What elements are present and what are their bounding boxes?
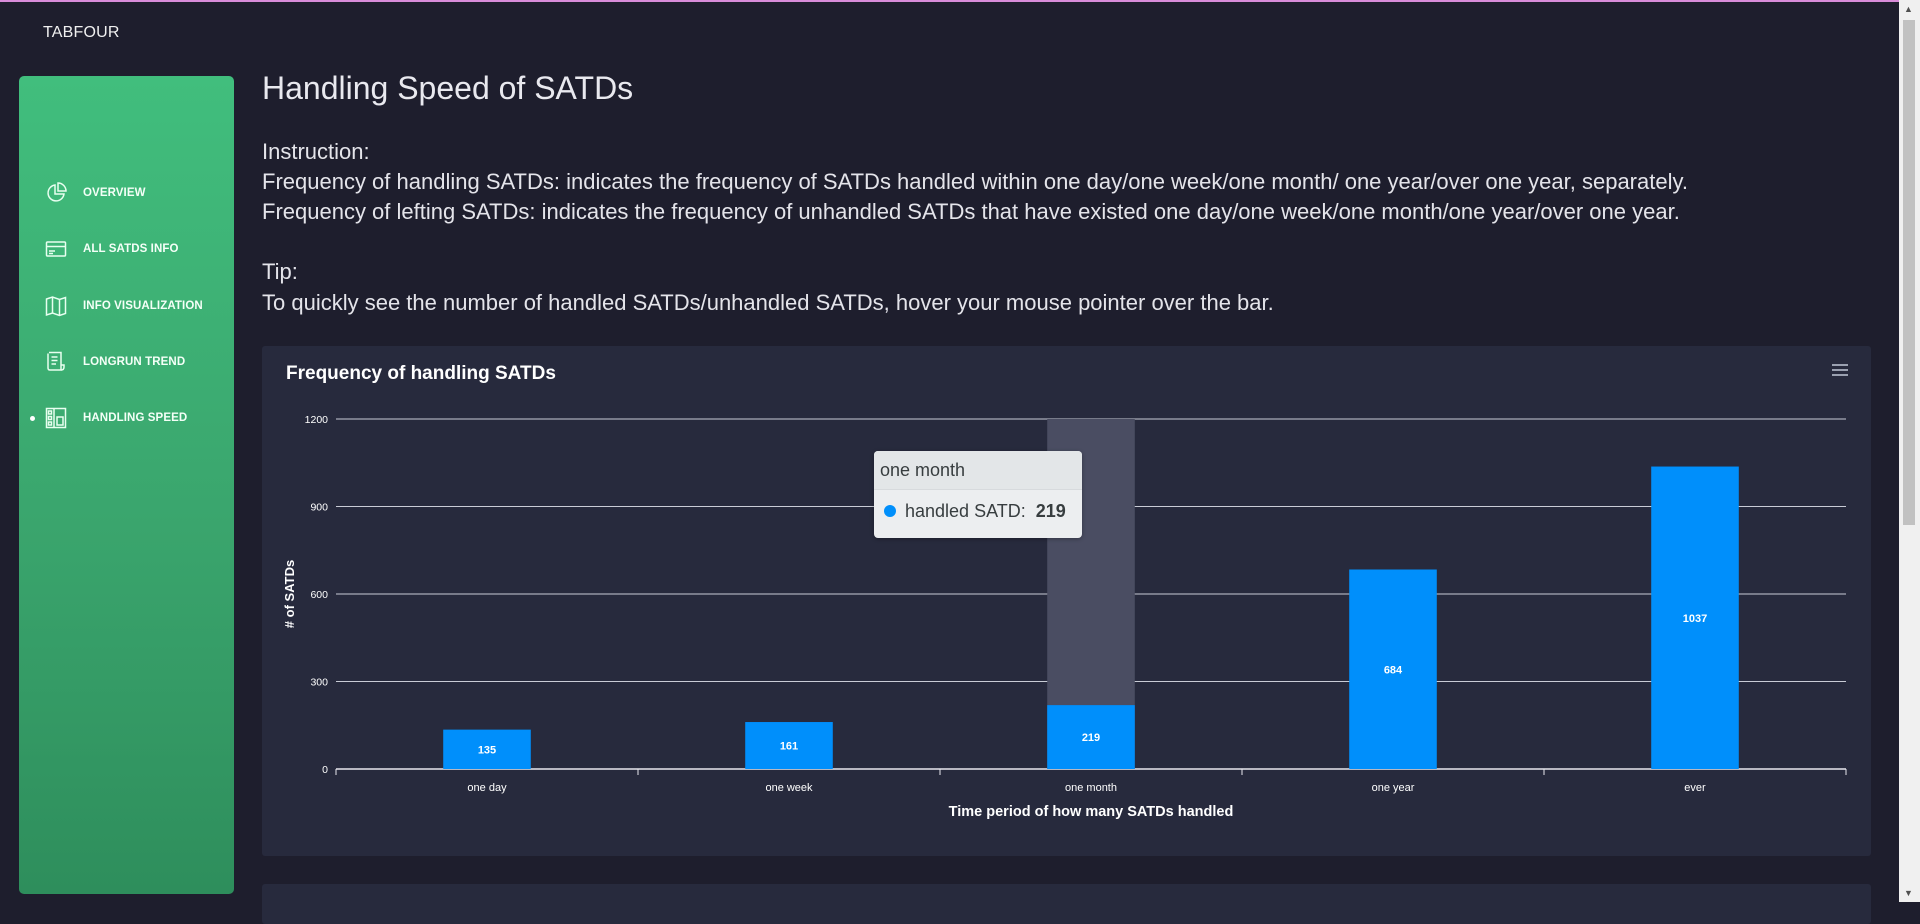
map-icon (45, 296, 67, 317)
document-icon (47, 351, 65, 371)
series-marker (884, 505, 896, 517)
sidebar-item-longrun-trend[interactable]: LONGRUN TREND (19, 342, 234, 382)
y-tick-label: 900 (310, 502, 328, 514)
tooltip-value: 219 (1035, 501, 1066, 521)
y-axis-title: # of SATDs (282, 560, 297, 628)
tooltip-title: one month (874, 451, 1082, 490)
tooltip-row: handled SATD: 219 (884, 497, 1066, 525)
tip-text: To quickly see the number of handled SAT… (262, 290, 1274, 315)
y-tick-label: 0 (322, 764, 328, 776)
sidebar-item-label: HANDLING SPEED (83, 412, 188, 424)
tooltip-series-label: handled SATD: (905, 501, 1026, 521)
scroll-up-arrow-icon[interactable]: ▲ (1904, 4, 1913, 14)
instruction-text-handling: Frequency of handling SATDs: indicates t… (262, 169, 1688, 194)
data-label: 684 (1384, 664, 1403, 676)
pie-chart-icon (47, 182, 67, 202)
x-tick-label: ever (1684, 782, 1706, 794)
x-tick-label: one year (1372, 782, 1415, 794)
sidebar-item-info-visualization[interactable]: INFO VISUALIZATION (19, 286, 234, 326)
top-accent-line (0, 0, 1920, 2)
x-tick-label: one month (1065, 782, 1117, 794)
building-icon (45, 407, 67, 429)
data-label: 161 (780, 741, 798, 753)
y-tick-label: 600 (310, 589, 328, 601)
y-tick-label: 300 (310, 677, 328, 689)
instruction-heading: Instruction: (262, 139, 370, 164)
sidebar-item-overview[interactable]: OVERVIEW (19, 173, 234, 213)
brand-name: TABFOUR (43, 24, 120, 41)
chart-tooltip: one month handled SATD: 219 (874, 451, 1082, 538)
x-axis-title: Time period of how many SATDs handled (949, 804, 1234, 820)
tip-heading: Tip: (262, 259, 298, 284)
sidebar-item-handling-speed[interactable]: HANDLING SPEED (19, 398, 234, 438)
sidebar-item-label: ALL SATDS INFO (83, 243, 179, 255)
sidebar: OVERVIEW ALL SATDS INFO INFO VISUALIZATI… (19, 76, 234, 894)
scroll-down-arrow-icon[interactable]: ▼ (1904, 888, 1913, 898)
card-icon (45, 241, 67, 257)
y-tick-label: 1200 (305, 414, 329, 426)
x-tick-label: one week (765, 782, 813, 794)
scrollbar[interactable]: ▲ ▼ (1899, 0, 1920, 902)
chart-card: Frequency of handling SATDs 0 300 600 900 12… (262, 346, 1871, 856)
data-label: 219 (1082, 732, 1100, 744)
data-label: 135 (478, 744, 496, 756)
sidebar-item-label: LONGRUN TREND (83, 356, 186, 368)
sidebar-item-label: INFO VISUALIZATION (83, 300, 203, 312)
page-title: Handling Speed of SATDs (262, 70, 634, 106)
second-chart-card (262, 884, 1871, 924)
active-indicator-dot (30, 416, 35, 421)
data-label: 1037 (1683, 613, 1707, 625)
x-tick-label: one day (467, 782, 507, 794)
sidebar-item-label: OVERVIEW (83, 187, 146, 199)
sidebar-item-all-satds-info[interactable]: ALL SATDS INFO (19, 229, 234, 269)
instruction-text-lefting: Frequency of lefting SATDs: indicates th… (262, 199, 1680, 224)
scrollbar-thumb[interactable] (1903, 20, 1915, 525)
bar-chart: 03006009001200135one day161one week219on… (282, 414, 1847, 820)
